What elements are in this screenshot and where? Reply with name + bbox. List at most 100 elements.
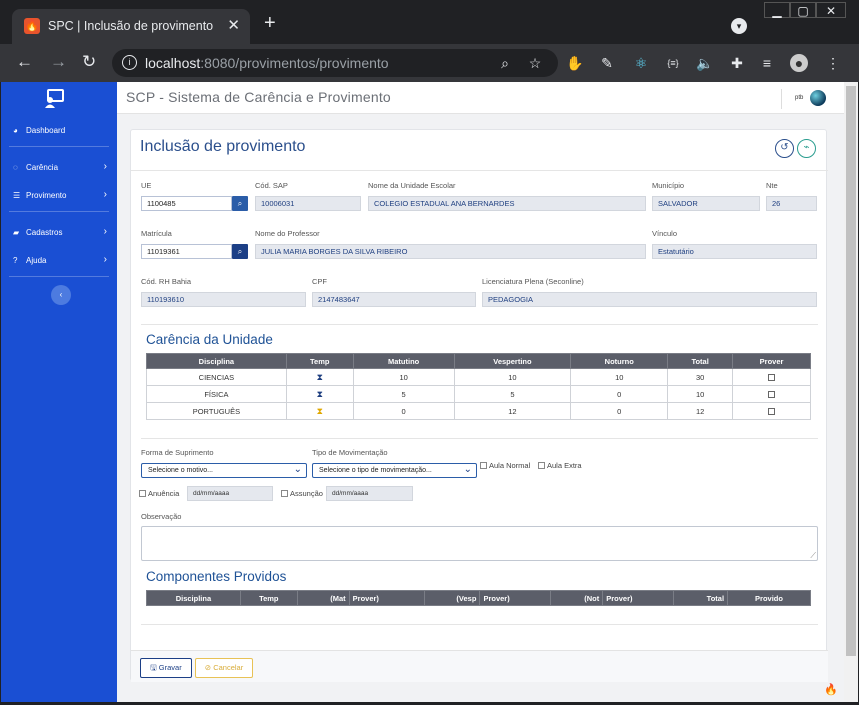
- matricula-search-button[interactable]: ⌕: [232, 244, 248, 259]
- address-bar[interactable]: i localhost:8080/provimentos/provimento …: [112, 49, 558, 77]
- app-title: SCP - Sistema de Carência e Provimento: [126, 89, 391, 105]
- language-label[interactable]: ptb: [795, 95, 803, 101]
- tipo-movimentacao-select[interactable]: Selecione o tipo de movimentação... ⌄: [312, 463, 477, 478]
- aula-normal-checkbox[interactable]: Aula Normal: [480, 461, 530, 470]
- unidade-field: COLEGIO ESTADUAL ANA BERNARDES: [368, 196, 646, 211]
- cancel-button[interactable]: ⊘ Cancelar: [195, 658, 253, 678]
- page-viewport: ◕ Dashboard ◌ Carência › ☰ Provimento › …: [0, 82, 858, 702]
- professor-label: Nome do Professor: [255, 229, 320, 238]
- url-text[interactable]: localhost:8080/provimentos/provimento: [145, 55, 389, 71]
- list-icon: ☰: [13, 191, 21, 200]
- observacao-textarea[interactable]: ⟋: [141, 526, 818, 561]
- app-header: SCP - Sistema de Carência e Provimento p…: [117, 82, 844, 114]
- column-header: (Mat: [296, 590, 350, 606]
- ue-search-button[interactable]: ⌕: [232, 196, 248, 211]
- cod-rh-field: 110193610: [141, 292, 306, 307]
- new-tab-button[interactable]: +: [264, 12, 276, 35]
- adblock-icon[interactable]: ✋: [566, 54, 584, 72]
- zoom-icon[interactable]: ⌕: [496, 54, 514, 72]
- disciplina-cell: CIENCIAS: [146, 368, 287, 386]
- matricula-label: Matrícula: [141, 229, 172, 238]
- page-scrollbar[interactable]: [844, 82, 858, 702]
- profile-avatar-icon[interactable]: ●: [790, 54, 808, 72]
- chrome-menu-icon[interactable]: ⋮: [824, 54, 842, 72]
- vespertino-cell: 12: [453, 402, 572, 420]
- column-header: Prover): [479, 590, 552, 606]
- noturno-cell: 0: [570, 402, 669, 420]
- resize-handle-icon[interactable]: ⟋: [810, 551, 816, 561]
- table-row: CIENCIAS ⧗ 10 10 10 30: [146, 368, 811, 386]
- vespertino-cell: 10: [453, 368, 572, 386]
- back-icon[interactable]: ←: [16, 52, 33, 72]
- anuencia-date-input[interactable]: dd/mm/aaaa: [187, 486, 273, 501]
- carencia-table: Disciplina Temp Matutino Vespertino Notu…: [146, 353, 811, 420]
- media-control-icon[interactable]: ≡: [758, 54, 776, 72]
- sidebar-item-dashboard[interactable]: ◕ Dashboard: [1, 123, 117, 141]
- eyedropper-icon[interactable]: ✎: [598, 54, 616, 72]
- scrollbar-thumb[interactable]: [846, 86, 856, 656]
- total-cell: 10: [667, 385, 734, 403]
- column-header: Total: [667, 353, 734, 369]
- column-header: Temp: [285, 353, 354, 369]
- save-button[interactable]: 🖫 Gravar: [140, 658, 192, 678]
- chevron-down-icon: ⌄: [463, 464, 472, 475]
- bookmark-star-icon[interactable]: ☆: [526, 54, 544, 72]
- sidebar-collapse-button[interactable]: ‹: [51, 285, 71, 305]
- licenciatura-label: Licenciatura Plena (Seconline): [482, 277, 584, 286]
- tab-search-icon[interactable]: ▾: [731, 18, 747, 34]
- browser-tab[interactable]: 🔥 SPC | Inclusão de provimento ✕: [12, 9, 250, 44]
- column-header: Noturno: [570, 353, 669, 369]
- sidebar-divider: [9, 211, 109, 212]
- sidebar-item-carencia[interactable]: ◌ Carência ›: [1, 160, 117, 178]
- favicon-icon: 🔥: [24, 18, 40, 34]
- extensions-icon[interactable]: ✚: [728, 54, 746, 72]
- maximize-button[interactable]: ▢: [790, 2, 816, 18]
- ue-input[interactable]: 1100485: [141, 196, 232, 211]
- prover-checkbox[interactable]: [768, 391, 776, 399]
- chevron-right-icon: ›: [103, 254, 107, 265]
- prover-checkbox[interactable]: [768, 408, 776, 416]
- table-row: PORTUGUÊS ⧗ 0 12 0 12: [146, 402, 811, 420]
- minimize-button[interactable]: ▁: [764, 2, 790, 18]
- site-info-icon[interactable]: i: [122, 55, 137, 70]
- browser-tab-bar: 🔥 SPC | Inclusão de provimento ✕ + ▾ ▁ ▢…: [0, 0, 859, 44]
- forma-suprimento-value: Selecione o motivo...: [148, 467, 213, 474]
- sidebar-item-provimento[interactable]: ☰ Provimento ›: [1, 188, 117, 206]
- speaker-icon[interactable]: 🔈: [696, 54, 714, 72]
- react-devtools-icon[interactable]: ⚛: [632, 54, 650, 72]
- vespertino-cell: 5: [453, 385, 572, 403]
- prover-checkbox[interactable]: [768, 374, 776, 382]
- sidebar-divider: [9, 276, 109, 277]
- divider: [141, 324, 818, 325]
- flame-icon[interactable]: 🔥: [824, 683, 838, 697]
- sidebar: ◕ Dashboard ◌ Carência › ☰ Provimento › …: [1, 82, 117, 702]
- assuncao-date-input[interactable]: dd/mm/aaaa: [326, 486, 413, 501]
- reload-icon[interactable]: ↻: [82, 52, 96, 72]
- window-close-button[interactable]: ✕: [816, 2, 846, 18]
- dashboard-icon: ◕: [13, 126, 18, 135]
- matricula-input[interactable]: 11019361: [141, 244, 232, 259]
- forma-suprimento-select[interactable]: Selecione o motivo... ⌄: [141, 463, 307, 478]
- json-viewer-icon[interactable]: {≡}: [664, 54, 682, 72]
- municipio-field: SALVADOR: [652, 196, 760, 211]
- sidebar-item-ajuda[interactable]: ? Ajuda ›: [1, 253, 117, 271]
- sidebar-item-cadastros[interactable]: ▰ Cadastros ›: [1, 225, 117, 243]
- header-divider: [781, 89, 782, 109]
- aula-extra-checkbox[interactable]: Aula Extra: [538, 461, 582, 470]
- tipo-movimentacao-value: Selecione o tipo de movimentação...: [319, 467, 432, 474]
- globe-icon[interactable]: [810, 90, 826, 106]
- disciplina-cell: FÍSICA: [146, 385, 287, 403]
- reset-icon[interactable]: ↺: [775, 139, 794, 158]
- sidebar-item-label: Ajuda: [26, 256, 47, 265]
- chevron-down-icon: ⌄: [293, 464, 302, 475]
- ue-label: UE: [141, 181, 152, 190]
- assuncao-checkbox[interactable]: Assunção: [281, 489, 323, 498]
- tab-close-icon[interactable]: ✕: [227, 16, 240, 34]
- noturno-cell: 10: [570, 368, 669, 386]
- anuencia-checkbox[interactable]: Anuência: [139, 489, 179, 498]
- professor-field: JULIA MARIA BORGES DA SILVA RIBEIRO: [255, 244, 646, 259]
- chart-icon[interactable]: ⌁: [797, 139, 816, 158]
- save-icon: 🖫: [150, 663, 157, 672]
- forward-icon[interactable]: →: [50, 52, 67, 72]
- noturno-cell: 0: [570, 385, 669, 403]
